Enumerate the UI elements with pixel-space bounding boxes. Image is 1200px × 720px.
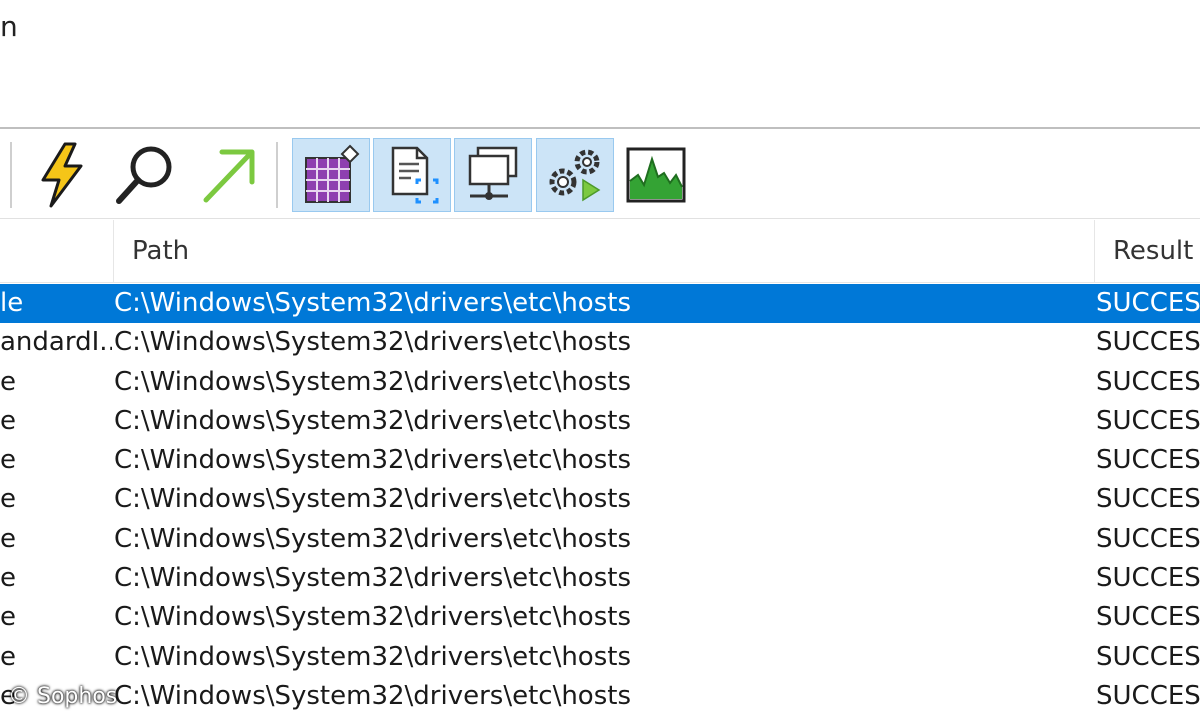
- path-cell: C:\Windows\System32\drivers\etc\hosts: [114, 602, 632, 633]
- result-cell: SUCCESS: [1096, 641, 1200, 672]
- header-top-border: [0, 218, 1200, 219]
- show-process-button[interactable]: [536, 138, 614, 212]
- operation-cell: e: [0, 641, 16, 672]
- operation-cell: e: [0, 602, 16, 633]
- toolbar-separator: [10, 142, 12, 208]
- operation-cell: e: [0, 366, 16, 397]
- copyright-watermark: © Sophos: [8, 684, 118, 709]
- result-cell: SUCCESS: [1096, 602, 1200, 633]
- table-row[interactable]: e C:\Windows\System32\drivers\etc\hosts SU…: [0, 363, 1200, 402]
- path-cell: C:\Windows\System32\drivers\etc\hosts: [114, 366, 632, 397]
- path-cell: C:\Windows\System32\drivers\etc\hosts: [114, 405, 632, 436]
- result-cell: SUCCESS: [1096, 484, 1200, 515]
- operation-cell: e: [0, 445, 16, 476]
- path-cell: C:\Windows\System32\drivers\etc\hosts: [114, 288, 632, 318]
- table-row[interactable]: e C:\Windows\System32\drivers\etc\hosts SU…: [0, 480, 1200, 519]
- table-row[interactable]: e C:\Windows\System32\drivers\etc\hosts SU…: [0, 441, 1200, 480]
- network-icon: [468, 146, 518, 200]
- result-cell: SUCCESS: [1096, 288, 1200, 318]
- table-row[interactable]: e C:\Windows\System32\drivers\etc\hosts SU…: [0, 638, 1200, 677]
- result-cell: SUCCESS: [1096, 523, 1200, 554]
- event-list: le C:\Windows\System32\drivers\etc\hosts S…: [0, 284, 1200, 716]
- result-cell: SUCCESS: [1096, 563, 1200, 594]
- column-header-operation[interactable]: [0, 220, 114, 282]
- path-cell: C:\Windows\System32\drivers\etc\hosts: [114, 327, 632, 358]
- result-cell: SUCCESS: [1096, 445, 1200, 476]
- jump-to-button[interactable]: [190, 138, 268, 212]
- profiling-chart-icon: [626, 147, 686, 203]
- table-row[interactable]: e C:\Windows\System32\drivers\etc\hosts SU…: [0, 677, 1200, 716]
- show-file-system-button[interactable]: [373, 138, 451, 212]
- menu-fragment[interactable]: n: [0, 10, 18, 43]
- show-profiling-button[interactable]: [617, 138, 695, 212]
- path-cell: C:\Windows\System32\drivers\etc\hosts: [114, 680, 632, 711]
- find-button[interactable]: [106, 138, 184, 212]
- registry-grid-icon: [305, 144, 360, 203]
- table-row[interactable]: e C:\Windows\System32\drivers\etc\hosts SU…: [0, 598, 1200, 637]
- operation-cell: e: [0, 523, 16, 554]
- operation-cell: andardI...: [0, 327, 112, 358]
- process-gears-icon: [549, 149, 601, 202]
- show-registry-button[interactable]: [292, 138, 370, 212]
- column-header-path[interactable]: Path: [114, 220, 1094, 282]
- header-bottom-border: [0, 282, 1200, 283]
- table-row[interactable]: le C:\Windows\System32\drivers\etc\hosts S…: [0, 284, 1200, 324]
- file-system-icon: [391, 146, 439, 204]
- path-cell: C:\Windows\System32\drivers\etc\hosts: [114, 523, 632, 554]
- table-row[interactable]: e C:\Windows\System32\drivers\etc\hosts SU…: [0, 559, 1200, 598]
- operation-cell: e: [0, 484, 16, 515]
- table-row[interactable]: andardI... C:\Windows\System32\drivers\et…: [0, 323, 1200, 362]
- path-cell: C:\Windows\System32\drivers\etc\hosts: [114, 445, 632, 476]
- operation-cell: le: [0, 288, 24, 318]
- lightning-icon: [41, 142, 83, 208]
- show-network-button[interactable]: [454, 138, 532, 212]
- result-cell: SUCCESS: [1096, 327, 1200, 358]
- result-cell: SUCCESS: [1096, 405, 1200, 436]
- lightning-button[interactable]: [24, 138, 102, 212]
- path-cell: C:\Windows\System32\drivers\etc\hosts: [114, 641, 632, 672]
- table-row[interactable]: e C:\Windows\System32\drivers\etc\hosts SU…: [0, 402, 1200, 441]
- operation-cell: e: [0, 405, 16, 436]
- column-header-result[interactable]: Result: [1095, 220, 1200, 282]
- operation-cell: e: [0, 563, 16, 594]
- magnifier-icon: [116, 146, 172, 204]
- toolbar-top-border: [0, 127, 1200, 129]
- path-cell: C:\Windows\System32\drivers\etc\hosts: [114, 563, 632, 594]
- table-row[interactable]: e C:\Windows\System32\drivers\etc\hosts SU…: [0, 520, 1200, 559]
- result-cell: SUCCESS: [1096, 680, 1200, 711]
- path-cell: C:\Windows\System32\drivers\etc\hosts: [114, 484, 632, 515]
- jump-arrow-icon: [203, 149, 255, 203]
- toolbar-separator: [276, 142, 278, 208]
- result-cell: SUCCESS: [1096, 366, 1200, 397]
